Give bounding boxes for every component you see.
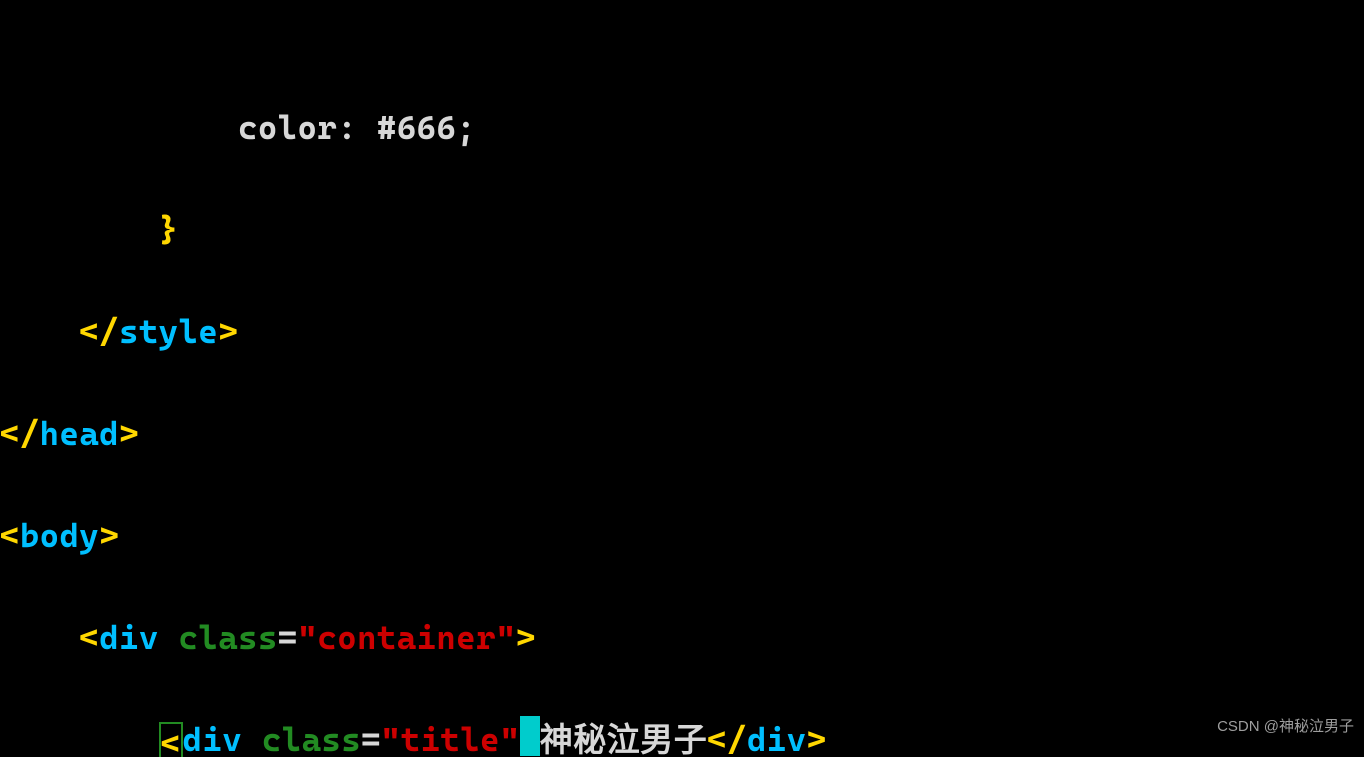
attr-class: class <box>262 720 361 757</box>
matching-bracket-highlight: < <box>159 722 183 757</box>
equals: = <box>361 720 381 757</box>
code-line: </style> <box>0 306 1364 357</box>
tag-bracket: </ <box>707 720 747 757</box>
code-line: <div class="title"神秘泣男子</div> <box>0 714 1364 757</box>
tag-div: div <box>747 720 807 757</box>
code-line: <body> <box>0 510 1364 561</box>
tag-div: div <box>99 618 159 657</box>
tag-head: head <box>40 414 119 453</box>
code-line: } <box>0 204 1364 255</box>
tag-body: body <box>20 516 99 555</box>
tag-bracket: > <box>516 618 536 657</box>
tag-bracket: </ <box>79 312 119 351</box>
tag-style: style <box>119 312 218 351</box>
class-value-container: "container" <box>298 618 516 657</box>
tag-bracket: > <box>218 312 238 351</box>
tag-bracket: > <box>119 414 139 453</box>
code-line: color: #666; <box>0 102 1364 153</box>
attr-class: class <box>179 618 278 657</box>
tag-bracket: < <box>0 516 20 555</box>
tag-bracket: </ <box>0 414 40 453</box>
watermark-text: CSDN @神秘泣男子 <box>1217 701 1354 752</box>
text-content: 神秘泣男子 <box>540 720 708 757</box>
text-cursor <box>520 716 540 756</box>
code-line: </head> <box>0 408 1364 459</box>
tag-bracket: > <box>99 516 119 555</box>
brace-close: } <box>159 210 179 249</box>
tag-bracket: > <box>806 720 826 757</box>
code-editor[interactable]: color: #666; } </style> </head> <body> <… <box>0 0 1364 757</box>
class-value-title: "title" <box>381 720 520 757</box>
tag-div: div <box>183 720 243 757</box>
equals: = <box>278 618 298 657</box>
tag-bracket: < <box>79 618 99 657</box>
code-line: <div class="container"> <box>0 612 1364 663</box>
css-rule: color: #666; <box>238 108 476 147</box>
